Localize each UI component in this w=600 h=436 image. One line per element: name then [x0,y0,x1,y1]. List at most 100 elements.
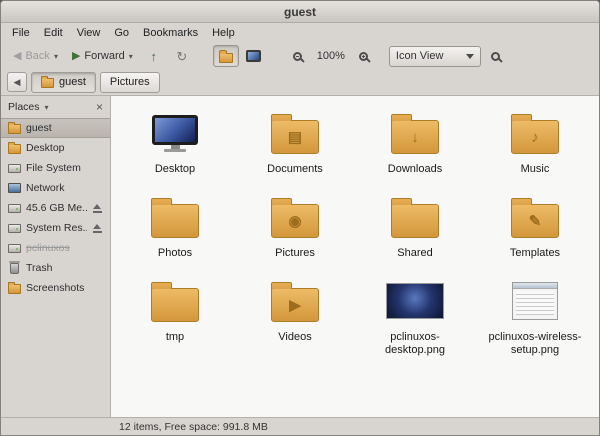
up-button[interactable]: ↑ [141,45,167,67]
sidebar-item-screenshots[interactable]: Screenshots [1,278,110,298]
file-icon-cell: ▶ [271,274,319,328]
back-icon: ◀ [13,49,22,62]
folder-emblem-icon: ▤ [287,129,303,146]
file-shared[interactable]: Shared [355,190,475,260]
menu-edit[interactable]: Edit [37,25,70,41]
file-name: tmp [165,330,185,343]
back-label: Back [25,50,50,62]
sidebar-item-trash[interactable]: Trash [1,258,110,278]
file-name: Documents [267,163,323,175]
sidebar-item-45-6-gb-me-[interactable]: 45.6 GB Me... [1,198,110,218]
eject-icon[interactable] [92,223,103,233]
zoom-out-button[interactable] [285,45,311,67]
sidebar-header: Places ▾ × [1,96,110,118]
file-templates[interactable]: ✎ Templates [475,190,595,260]
file-videos[interactable]: ▶ Videos [235,274,355,357]
sidebar-item-guest[interactable]: guest [1,118,110,138]
sidebar-item-network[interactable]: Network [1,178,110,198]
menu-bookmarks[interactable]: Bookmarks [136,25,205,41]
places-dropdown-icon[interactable]: ▾ [45,103,49,112]
sidebar-close-icon[interactable]: × [96,100,103,114]
menu-help[interactable]: Help [205,25,242,41]
menu-go[interactable]: Go [107,25,136,41]
toolbar: ◀ Back ▾ ▶ Forward ▾ ↑ ↻ 100% Icon View [1,43,599,69]
drive-icon [8,163,21,173]
sidebar-list: guest Desktop File System Network 45.6 GB Me… [1,118,110,298]
zoom-in-button[interactable] [351,45,377,67]
drive-icon [8,223,21,233]
file-pclinuxos-desktop-png[interactable]: pclinuxos-desktop.png [355,274,475,357]
folder-icon [41,76,54,88]
path-button-guest[interactable]: guest [31,71,96,93]
sidebar-item-file-system[interactable]: File System [1,158,110,178]
network-icon [8,183,21,193]
view-mode-value: Icon View [395,50,444,62]
path-scroll-back-button[interactable]: ◀ [7,72,27,92]
file-tmp[interactable]: tmp [115,274,235,357]
folder-emblem-icon [392,205,438,237]
folder-emblem-icon: ↓ [411,128,419,146]
refresh-button[interactable]: ↻ [169,45,195,67]
desktop-button[interactable] [241,45,267,67]
sidebar-item-label: guest [26,122,52,134]
sidebar-item-pclinuxos[interactable]: pclinuxos [1,238,110,258]
folder-icon [151,281,199,322]
file-icon-cell [151,190,199,244]
folder-icon: ▶ [271,281,319,322]
folder-icon [8,122,21,134]
path-button-label: Pictures [109,76,150,88]
sidebar-places: Places ▾ × guest Desktop File System Networ… [1,96,111,417]
main-area: Places ▾ × guest Desktop File System Networ… [1,95,599,417]
file-desktop[interactable]: Desktop [115,106,235,176]
menu-view[interactable]: View [70,25,108,41]
folder-emblem-icon: ▶ [289,296,301,314]
folder-emblem-icon: ✎ [528,212,542,230]
up-icon: ↑ [150,48,158,64]
file-music[interactable]: ♪ Music [475,106,595,176]
monitor-icon [149,114,201,152]
status-text: 12 items, Free space: 991.8 MB [119,420,268,433]
trash-icon [9,260,20,274]
view-mode-select[interactable]: Icon View [388,45,481,67]
file-icon-cell [512,274,558,328]
path-button-label: guest [59,76,86,88]
file-icon-cell: ↓ [391,106,439,160]
forward-dropdown-icon[interactable]: ▾ [129,52,133,61]
window-title: guest [283,4,316,19]
sidebar-item-label: Network [26,182,65,194]
search-button[interactable] [483,45,509,67]
file-grid: Desktop ▤ Documents ↓ Downloads ♪ Music Photos ◉… [111,96,599,357]
drive-icon [8,243,21,253]
file-documents[interactable]: ▤ Documents [235,106,355,176]
file-pclinuxos-wireless-setup-png[interactable]: pclinuxos-wireless-setup.png [475,274,595,357]
eject-icon[interactable] [92,203,103,213]
back-dropdown-icon[interactable]: ▾ [54,52,58,61]
file-name: pclinuxos-wireless-setup.png [488,330,582,356]
file-name: pclinuxos-desktop.png [385,330,445,356]
file-icon-cell: ◉ [271,190,319,244]
folder-emblem-icon [152,205,198,237]
file-icon-cell: ✎ [511,190,559,244]
path-back-icon: ◀ [13,76,21,87]
home-folder-icon [218,49,233,63]
file-view[interactable]: Desktop ▤ Documents ↓ Downloads ♪ Music Photos ◉… [111,96,599,417]
file-name: Templates [509,246,561,259]
folder-emblem-icon: ♪ [531,128,539,146]
back-button[interactable]: ◀ Back ▾ [7,45,64,67]
forward-button[interactable]: ▶ Forward ▾ [66,45,139,67]
folder-icon: ✎ [511,197,559,238]
sidebar-item-system-res-[interactable]: System Res... [1,218,110,238]
file-icon-cell [386,274,444,328]
file-icon-cell [391,190,439,244]
file-pictures[interactable]: ◉ Pictures [235,190,355,260]
forward-label: Forward [84,50,125,62]
file-downloads[interactable]: ↓ Downloads [355,106,475,176]
file-photos[interactable]: Photos [115,190,235,260]
menu-file[interactable]: File [5,25,37,41]
sidebar-item-label: 45.6 GB Me... [26,202,87,214]
home-button[interactable] [212,45,239,67]
file-icon-cell [149,106,201,160]
titlebar[interactable]: guest [1,1,599,23]
path-button-pictures[interactable]: Pictures [99,71,160,93]
sidebar-item-desktop[interactable]: Desktop [1,138,110,158]
